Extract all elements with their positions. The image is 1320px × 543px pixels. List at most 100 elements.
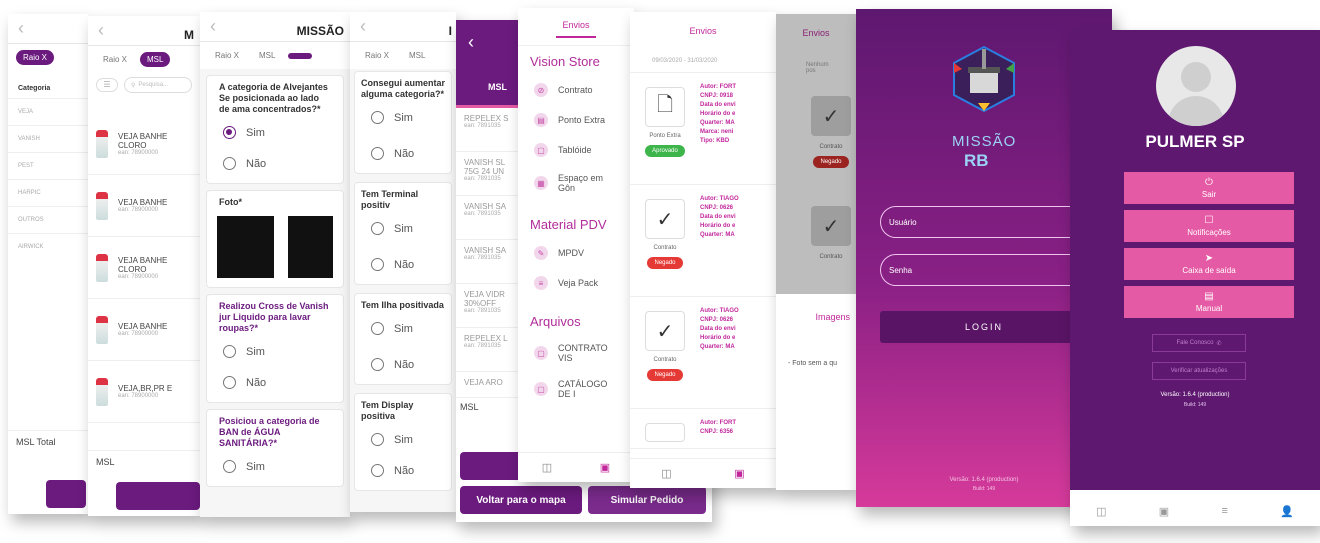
manual-button[interactable]: ▤ Manual [1124, 286, 1294, 318]
list-icon[interactable]: ≡ [1221, 505, 1227, 517]
menu-item-espaco[interactable]: ▦ Espaço em Gôn [518, 165, 634, 201]
option-sim[interactable]: Sim [355, 313, 451, 344]
back-to-map-button[interactable]: Voltar para o mapa [460, 486, 582, 514]
menu-item-tabloide[interactable]: ▢ Tablóide [518, 135, 634, 165]
radio[interactable] [371, 147, 384, 160]
menu-item-ponto-extra[interactable]: ▤ Ponto Extra [518, 105, 634, 135]
option-sim[interactable]: Sim [355, 102, 451, 133]
list-item[interactable]: VANISH SL 75G 24 UN ean: 7891035 [456, 152, 524, 196]
radio-selected[interactable] [223, 126, 236, 139]
tab-missao[interactable] [288, 52, 313, 59]
calendar-icon[interactable]: ▣ [600, 461, 610, 474]
list-item[interactable]: REPELEX Lean: 7891035 [456, 328, 524, 372]
category-item[interactable]: VANISH [8, 125, 88, 152]
menu-item-catalogo[interactable]: ▢ CATÁLOGO DE I [518, 371, 634, 407]
confirm-button[interactable] [46, 480, 86, 508]
back-icon[interactable]: ‹ [18, 18, 34, 39]
list-item[interactable]: ✓ Contrato Negado Autor: TIAGO CNPJ: 0626 Da… [630, 297, 776, 409]
confirm-button[interactable] [460, 452, 524, 480]
radio[interactable] [371, 464, 384, 477]
list-item[interactable]: VEJA BANHE CLORO ean: 78900000 [88, 113, 200, 175]
list-item[interactable]: VANISH SA ean: 7891035 [456, 196, 524, 240]
back-icon[interactable]: ‹ [98, 20, 114, 41]
list-item[interactable]: VEJA VIDR 30%OFF ean: 7891035 [456, 284, 524, 328]
option-nao[interactable]: Não [355, 344, 451, 380]
list-item[interactable]: VEJA BANHE ean: 78900000 [88, 175, 200, 237]
list-item[interactable]: ✓ Contrato Negado Autor: TIAGO CNPJ: 0626 Da… [630, 185, 776, 297]
radio[interactable] [223, 345, 236, 358]
tab-raio-x[interactable]: Raio X [16, 50, 55, 65]
menu-item-contrato-file[interactable]: ▢ CONTRATO VIS [518, 335, 634, 371]
option-nao[interactable]: Não [207, 148, 343, 179]
radio[interactable] [371, 322, 384, 335]
confirm-button[interactable] [116, 482, 200, 510]
contact-button[interactable]: Fale Conosco ✆ [1152, 334, 1246, 352]
option-sim[interactable]: Sim [207, 451, 343, 482]
map-icon[interactable]: ◫ [542, 461, 552, 474]
menu-item-veja-pack[interactable]: ≡ Veja Pack [518, 268, 634, 298]
option-sim[interactable]: Sim [355, 213, 451, 244]
option-nao[interactable]: Não [207, 367, 343, 398]
back-icon[interactable]: ‹ [468, 32, 474, 53]
simulate-order-button[interactable]: Simular Pedido [588, 486, 706, 514]
outbox-button[interactable]: ➤ Caixa de saída [1124, 248, 1294, 280]
option-nao[interactable]: Não [355, 244, 451, 280]
list-item[interactable]: Autor: FORT CNPJ: 6356 [630, 409, 776, 449]
tab-msl[interactable]: MSL [488, 82, 507, 92]
back-icon[interactable]: ‹ [360, 16, 376, 37]
radio[interactable] [223, 157, 236, 170]
radio[interactable] [371, 358, 384, 371]
option-sim[interactable]: Sim [207, 336, 343, 367]
logout-button[interactable]: ⏻ Sair [1124, 172, 1294, 204]
list-item[interactable]: REPELEX Sean: 7891035 [456, 108, 524, 152]
option-nao[interactable]: Não [355, 455, 451, 486]
category-item[interactable]: AIRWICK [8, 233, 88, 260]
list-toggle-icon[interactable]: ☰ [96, 78, 118, 92]
calendar-icon[interactable]: ▣ [1159, 505, 1169, 518]
password-field[interactable]: Senha [880, 254, 1088, 286]
tab-raio-x[interactable]: Raio X [208, 48, 246, 63]
list-item[interactable]: VEJA,BR,PR Eean: 78900000 [88, 361, 200, 423]
tab-raio-x[interactable]: Raio X [358, 48, 396, 63]
user-icon[interactable]: 👤 [1280, 505, 1294, 518]
calendar-icon[interactable]: ▣ [734, 467, 744, 480]
login-button[interactable]: LOGIN [880, 311, 1088, 343]
username-field[interactable]: Usuário [880, 206, 1088, 238]
category-item[interactable]: VEJA [8, 98, 88, 125]
radio[interactable] [371, 258, 384, 271]
map-icon[interactable]: ◫ [661, 467, 671, 480]
radio[interactable] [371, 111, 384, 124]
category-item[interactable]: HARPIC [8, 179, 88, 206]
photo-thumbnail[interactable] [288, 216, 333, 278]
notifications-button[interactable]: ☐ Notificações [1124, 210, 1294, 242]
list-item[interactable]: 🗋 Ponto Extra Aprovado Autor: FORT CNPJ: 09… [630, 73, 776, 185]
list-item[interactable]: VEJA BANHE CLORO ean: 78900000 [88, 237, 200, 299]
list-item[interactable]: ✓ Contrato [776, 196, 856, 270]
photo-thumbnail[interactable] [217, 216, 275, 278]
tab-raio-x[interactable]: Raio X [96, 52, 134, 67]
search-input[interactable]: ⚲ Pesquisa... [124, 77, 192, 93]
tab-msl[interactable]: MSL [252, 48, 282, 63]
list-item[interactable]: VANISH SA ean: 7891035 [456, 240, 524, 284]
list-item[interactable]: ✓ Contrato Negado [776, 86, 856, 196]
category-item[interactable]: PEST [8, 152, 88, 179]
map-icon[interactable]: ◫ [1096, 505, 1106, 518]
category-item[interactable]: OUTROS [8, 206, 88, 233]
option-sim[interactable]: Sim [207, 117, 343, 148]
radio[interactable] [223, 460, 236, 473]
option-sim[interactable]: Sim [355, 424, 451, 455]
back-icon[interactable]: ‹ [210, 16, 226, 37]
radio[interactable] [223, 376, 236, 389]
list-item[interactable]: VEJA ARO [456, 372, 524, 398]
option-nao[interactable]: Não [355, 133, 451, 169]
date-range[interactable]: 09/03/2020 - 31/03/2020 [630, 48, 776, 73]
tab-msl[interactable]: MSL [140, 52, 171, 67]
radio[interactable] [371, 222, 384, 235]
radio[interactable] [371, 433, 384, 446]
list-item[interactable]: VEJA BANHE ean: 78900000 [88, 299, 200, 361]
tab-msl[interactable]: MSL [402, 48, 432, 63]
menu-item-contrato[interactable]: ⊘ Contrato [518, 75, 634, 105]
avatar[interactable] [1156, 46, 1236, 126]
menu-item-mpdv[interactable]: ✎ MPDV [518, 238, 634, 268]
check-updates-button[interactable]: Verificar atualizações [1152, 362, 1246, 380]
